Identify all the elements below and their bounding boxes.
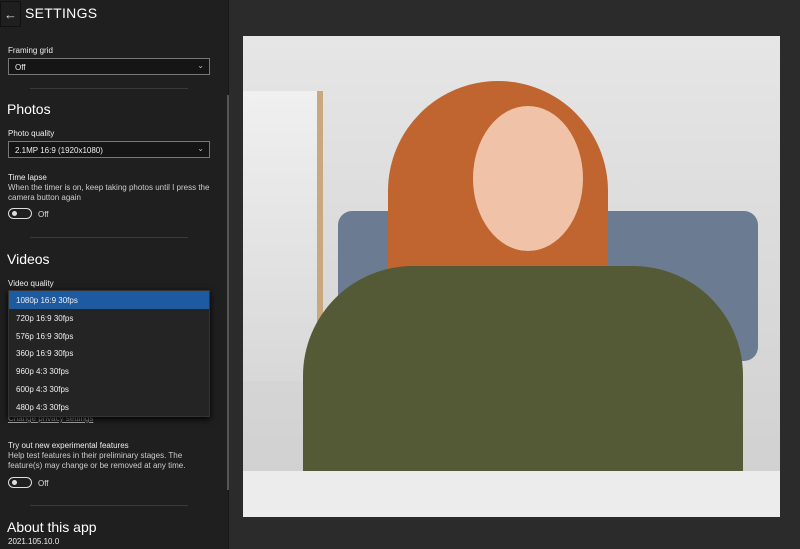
back-button[interactable]: ←: [0, 1, 21, 27]
video-quality-option[interactable]: 480p 4:3 30fps: [9, 398, 209, 416]
divider: [30, 88, 188, 89]
chevron-down-icon: ⌄: [197, 144, 204, 153]
divider: [30, 505, 188, 506]
app-version: 2021.105.10.0: [8, 537, 60, 546]
time-lapse-label: Time lapse: [8, 173, 47, 182]
framing-grid-dropdown[interactable]: Off ⌄: [8, 58, 210, 75]
photo-quality-label: Photo quality: [8, 129, 55, 138]
time-lapse-toggle[interactable]: [8, 208, 32, 219]
person-body: [303, 266, 743, 496]
chevron-down-icon: ⌄: [197, 61, 204, 70]
experimental-description: Help test features in their preliminary …: [8, 451, 186, 470]
time-lapse-state: Off: [38, 210, 49, 219]
person-face: [473, 106, 583, 251]
experimental-state: Off: [38, 479, 49, 488]
video-quality-option[interactable]: 360p 16:9 30fps: [9, 344, 209, 362]
framing-grid-label: Framing grid: [8, 46, 53, 55]
divider: [30, 237, 188, 238]
camera-preview: [243, 36, 780, 517]
photos-heading: Photos: [7, 101, 51, 117]
video-quality-menu: 1080p 16:9 30fps 720p 16:9 30fps 576p 16…: [8, 290, 210, 417]
experimental-label: Try out new experimental features: [8, 441, 129, 450]
arrow-left-icon: ←: [4, 6, 17, 22]
scrollbar[interactable]: [227, 95, 229, 490]
page-title: SETTINGS: [25, 5, 98, 21]
experimental-toggle[interactable]: [8, 477, 32, 488]
framing-grid-value: Off: [15, 63, 26, 72]
time-lapse-description: When the timer is on, keep taking photos…: [8, 183, 210, 202]
videos-heading: Videos: [7, 251, 50, 267]
settings-panel: ← SETTINGS Framing grid Off ⌄ Photos Phot…: [0, 0, 229, 549]
video-quality-label: Video quality: [8, 279, 54, 288]
video-quality-option[interactable]: 960p 4:3 30fps: [9, 362, 209, 380]
video-quality-option[interactable]: 720p 16:9 30fps: [9, 309, 209, 327]
photo-quality-value: 2.1MP 16:9 (1920x1080): [15, 146, 103, 155]
desk: [243, 471, 780, 517]
video-quality-option[interactable]: 576p 16:9 30fps: [9, 327, 209, 345]
video-quality-option[interactable]: 1080p 16:9 30fps: [9, 291, 209, 309]
photo-quality-dropdown[interactable]: 2.1MP 16:9 (1920x1080) ⌄: [8, 141, 210, 158]
video-quality-option[interactable]: 600p 4:3 30fps: [9, 380, 209, 398]
about-heading: About this app: [7, 519, 97, 535]
